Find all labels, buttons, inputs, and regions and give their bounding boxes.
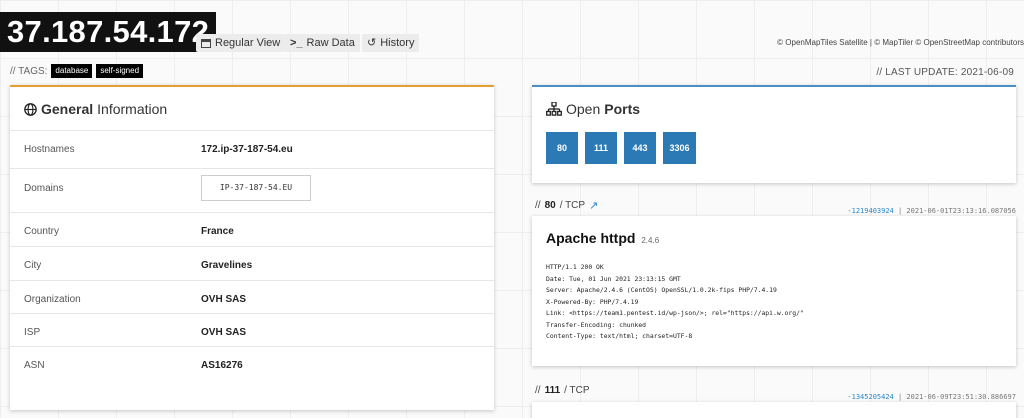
table-icon <box>201 38 211 48</box>
open-ports-card: Open Ports 80 111 443 3306 <box>532 85 1016 183</box>
external-link-icon[interactable]: ↗ <box>589 199 598 212</box>
regular-view-label: Regular View <box>215 37 281 49</box>
banner-line: Content-Type: text/html; charset=UTF-8 <box>546 332 693 340</box>
history-button[interactable]: ↺ History <box>362 34 420 52</box>
tags-row: // TAGS: database self-signed <box>10 63 144 79</box>
banner-line: Link: <https://team1.pentest.id/wp-json/… <box>546 309 804 317</box>
ip-address-title: 37.187.54.172 <box>0 12 217 52</box>
banner-timestamp: | 2021-06-01T23:13:16.087056 <box>897 207 1016 215</box>
port-number: 111 <box>544 385 561 396</box>
raw-data-label: Raw Data <box>306 37 355 49</box>
port-80-header: // 80 / TCP ↗ <box>535 199 598 212</box>
general-title-bold: General <box>41 101 94 117</box>
port-111-header: // 111 / TCP <box>535 385 590 396</box>
ports-title-rest: Open <box>566 101 601 117</box>
info-key: ASN <box>24 360 45 371</box>
port-button-111[interactable]: 111 <box>585 132 617 164</box>
port-80-meta: -1219403924 | 2021-06-01T23:13:16.087056 <box>847 207 1016 215</box>
tag-self-signed[interactable]: self-signed <box>96 64 144 78</box>
banner-hash-link[interactable]: -1219403924 <box>847 207 893 215</box>
general-title-rest: Information <box>97 101 168 117</box>
port-prefix: // <box>535 385 541 396</box>
general-information-heading: General Information <box>24 101 167 117</box>
banner-line: HTTP/1.1 200 OK <box>546 263 604 271</box>
port-111-meta: -1345205424 | 2021-06-09T23:51:30.886697 <box>847 393 1016 401</box>
banner-hash-link[interactable]: -1345205424 <box>847 393 893 401</box>
info-value: AS16276 <box>201 360 243 371</box>
terminal-icon: >_ <box>290 37 303 49</box>
banner-line: Transfer-Encoding: chunked <box>546 320 647 329</box>
info-row-hostnames: Hostnames 172.ip-37-187-54.eu <box>10 130 494 168</box>
info-value: 172.ip-37-187-54.eu <box>201 144 293 155</box>
info-row-asn: ASN AS16276 <box>10 346 494 384</box>
service-card-111 <box>532 402 1016 418</box>
regular-view-button[interactable]: Regular View <box>196 34 286 52</box>
banner-line: Date: Tue, 01 Jun 2021 23:13:15 GMT <box>546 274 681 283</box>
history-icon: ↺ <box>367 37 377 49</box>
ports-title-bold: Ports <box>604 101 641 117</box>
info-key: Domains <box>24 183 64 194</box>
raw-data-button[interactable]: >_ Raw Data <box>285 34 360 52</box>
port-protocol: / TCP <box>559 200 586 211</box>
banner-line: Server: Apache/2.4.6 (CentOS) OpenSSL/1.… <box>546 286 777 294</box>
service-card-80: Apache httpd 2.4.6 HTTP/1.1 200 OK Date: … <box>532 216 1016 366</box>
history-label: History <box>380 37 415 49</box>
port-button-3306[interactable]: 3306 <box>663 132 696 164</box>
port-button-80[interactable]: 80 <box>546 132 578 164</box>
open-ports-heading: Open Ports <box>546 101 640 117</box>
product-name: Apache httpd <box>546 230 636 246</box>
banner-line: X-Powered-By: PHP/7.4.19 <box>546 297 639 306</box>
info-row-city: City Gravelines <box>10 246 494 284</box>
port-prefix: // <box>535 200 541 211</box>
port-protocol: / TCP <box>564 385 590 396</box>
port-number: 80 <box>544 200 556 211</box>
map-attribution: © OpenMapTiles Satellite | © MapTiler © … <box>777 38 1024 47</box>
tags-prefix: // TAGS: <box>10 65 48 77</box>
banner-timestamp: | 2021-06-09T23:51:30.886697 <box>897 393 1016 401</box>
tag-database[interactable]: database <box>51 64 93 78</box>
service-product: Apache httpd 2.4.6 <box>546 230 659 246</box>
port-button-443[interactable]: 443 <box>624 132 656 164</box>
service-banner: HTTP/1.1 200 OK Date: Tue, 01 Jun 2021 23… <box>546 262 804 343</box>
network-icon <box>546 102 562 116</box>
general-information-card: General Information Hostnames 172.ip-37-… <box>10 85 494 410</box>
globe-icon <box>24 102 37 116</box>
last-update: // LAST UPDATE: 2021-06-09 <box>876 67 1014 78</box>
info-key: Hostnames <box>24 144 75 155</box>
domain-link[interactable]: IP-37-187-54.EU <box>201 175 311 201</box>
info-row-country: Country France <box>10 212 494 250</box>
product-version: 2.4.6 <box>641 236 660 245</box>
